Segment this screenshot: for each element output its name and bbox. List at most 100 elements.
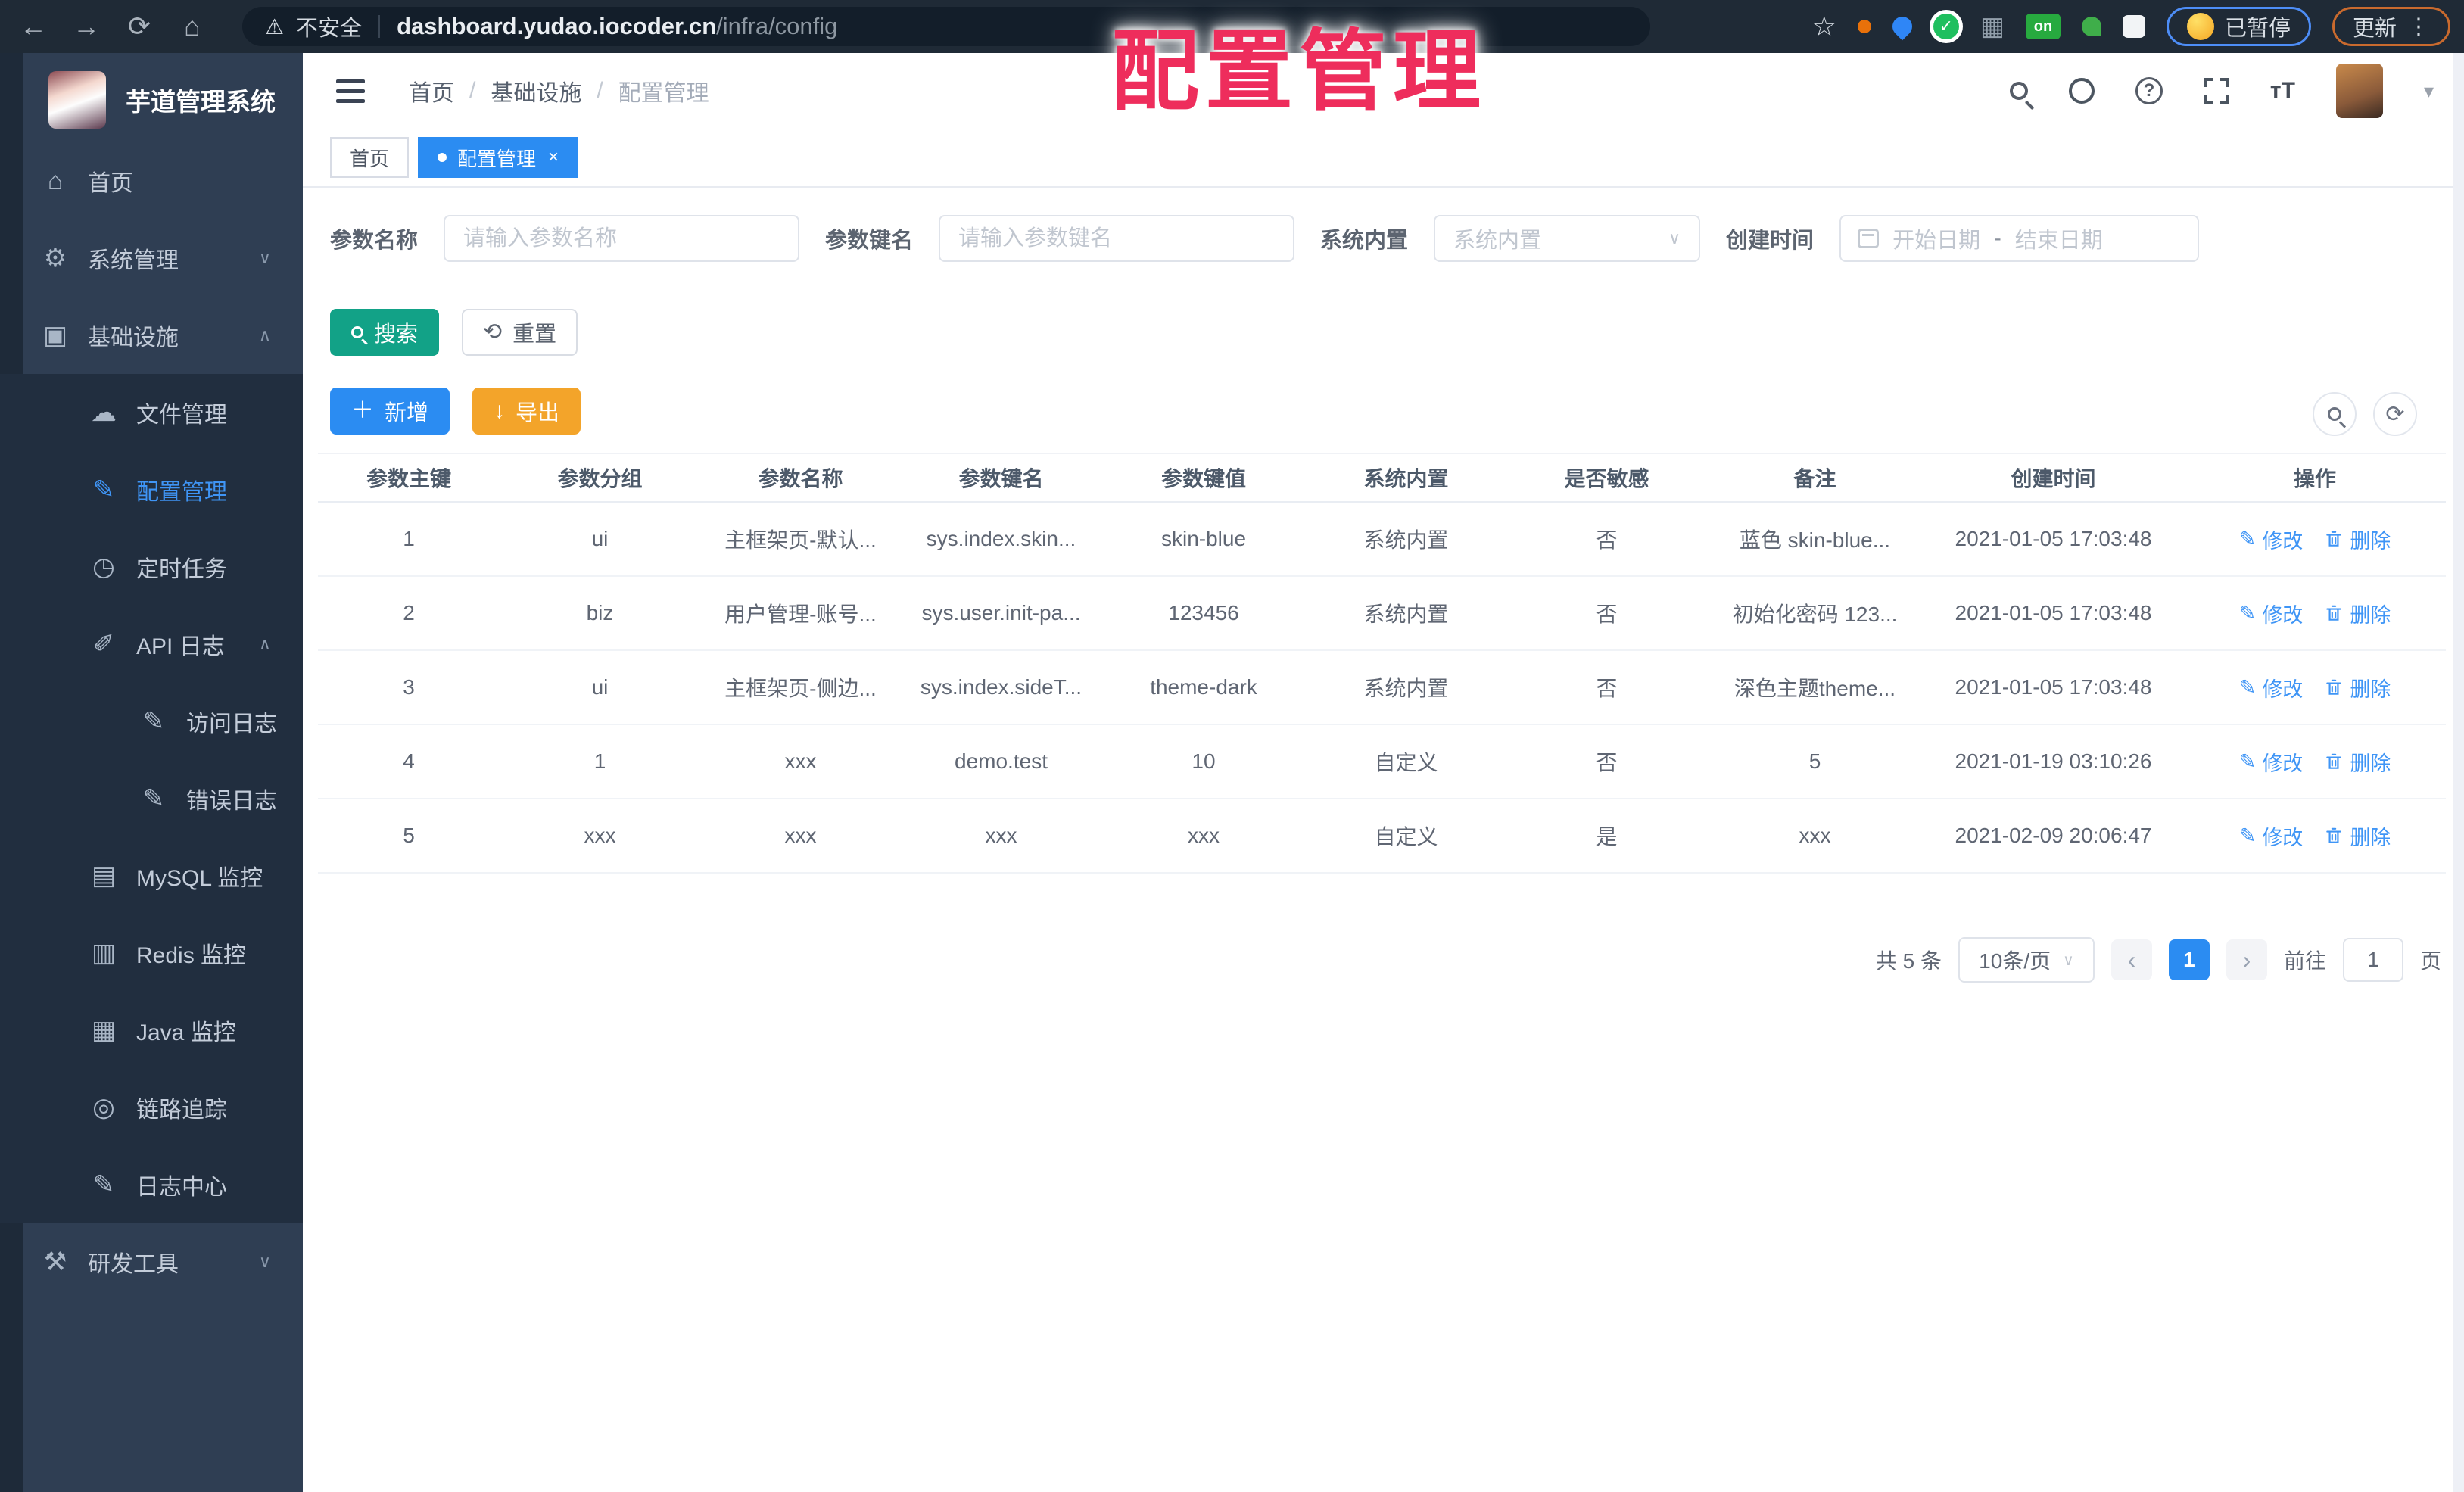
bookmark-star-icon[interactable]: ☆ [1812,11,1836,42]
extension-donut-icon[interactable] [1857,20,1871,33]
next-page-button[interactable]: › [2226,939,2267,980]
sidebar-item-label: 日志中心 [136,1175,227,1200]
font-size-icon[interactable]: ᴛT [2270,78,2295,104]
table-cell: 1 [403,527,415,550]
breadcrumb-item[interactable]: 基础设施 [491,74,581,107]
delete-label: 删除 [2350,529,2391,553]
sidebar-item-infrastructure[interactable]: ▣ 基础设施 ∧ [0,297,303,374]
breadcrumb-item[interactable]: 首页 [409,74,454,107]
sidebar-item-redis-monitor[interactable]: ▥ Redis 监控 [0,914,303,992]
fullscreen-icon[interactable] [2203,78,2229,104]
filter-name-label: 参数名称 [330,229,419,253]
avatar[interactable] [2335,64,2383,118]
table-cell: sys.index.skin... [926,527,1076,550]
filter-builtin-placeholder: 系统内置 [1453,229,1542,253]
security-warning-icon: ⚠ [265,14,285,39]
edit-link[interactable]: ✎ 修改 [2239,821,2304,851]
edit-link[interactable]: ✎ 修改 [2239,599,2304,628]
sidebar-item-log-center[interactable]: ✎ 日志中心 [0,1146,303,1223]
edit-link[interactable]: ✎ 修改 [2239,525,2304,554]
table-row: 3 ui 主框架页-侧边... sys.index.sideT... theme-dar… [318,651,2446,725]
logo-row: 芋道管理系统 [0,53,303,142]
sidebar-item-api-log[interactable]: ✐ API 日志 ∧ [0,606,303,683]
toggle-search-icon [2328,407,2341,421]
sidebar-item-system-manage[interactable]: ⚙ 系统管理 ∨ [0,220,303,297]
table-cell: 初始化密码 123... [1732,603,1898,626]
filter-builtin-select[interactable]: 系统内置 ∨ [1434,215,1701,262]
search-button[interactable]: 搜索 [330,309,440,356]
table-cell: 2021-01-05 17:03:48 [1955,601,2152,625]
browser-update-button[interactable]: 更新 ⋮ [2332,7,2450,46]
browser-reload-button[interactable]: ⟳ [120,11,159,42]
current-page-button[interactable]: 1 [2168,939,2210,980]
edit-link[interactable]: ✎ 修改 [2239,747,2304,777]
calendar-icon [1858,229,1880,248]
sidebar-item-error-log[interactable]: ✎ 错误日志 [0,760,303,837]
tab-item[interactable]: 首页 [330,137,410,178]
extension-on-badge[interactable]: on [2025,14,2061,39]
search-icon[interactable] [2009,82,2028,100]
prev-page-button[interactable]: ‹ [2110,939,2152,980]
trash-icon [2324,529,2344,549]
browser-back-button[interactable]: ← [14,11,53,42]
reset-icon: ⟲ [483,319,503,344]
sidebar-item-java-monitor[interactable]: ▦ Java 监控 [0,992,303,1069]
table-cell: skin-blue [1160,527,1247,550]
tab-active[interactable]: 配置管理 × [418,137,579,178]
help-icon[interactable]: ? [2135,77,2163,104]
paused-badge[interactable]: 已暂停 [2166,7,2311,46]
sidebar-item-scheduled-task[interactable]: ◷ 定时任务 [0,528,303,606]
table-cell: xxx [985,824,1017,847]
extension-pin-icon[interactable] [1888,12,1917,41]
filter-builtin-label: 系统内置 [1320,229,1409,253]
filter-daterange-picker[interactable]: 开始日期 - 结束日期 [1839,215,2200,262]
add-button-label: 新增 [385,401,429,425]
delete-link[interactable]: 删除 [2324,599,2391,628]
sidebar-item-mysql-monitor[interactable]: ▤ MySQL 监控 [0,837,303,914]
sidebar-item-home[interactable]: ⌂ 首页 [0,142,303,220]
browser-menu-kebab-icon[interactable]: ⋮ [2407,14,2430,40]
table-cell: 2021-01-05 17:03:48 [1955,675,2152,699]
filter-key-input[interactable] [939,215,1295,262]
filter-name-input[interactable] [444,215,800,262]
refresh-button[interactable]: ⟳ [2373,392,2417,436]
sidebar-item-file-manage[interactable]: ☁ 文件管理 [0,374,303,451]
table-row: 4 1 xxx demo.test 10 自定义 否 5 2021-01-19 03:10:26… [318,725,2446,799]
edit-label: 修改 [2262,677,2304,701]
tab-close-icon[interactable]: × [548,147,559,168]
add-button[interactable]: ＋ 新增 [330,388,450,435]
page-scrollbar[interactable] [2453,53,2464,1492]
plus-icon: ＋ [351,398,374,423]
extension-sprout-icon[interactable] [2081,17,2101,36]
table-cell: 1 [593,749,606,773]
reset-button[interactable]: ⟲ 重置 [462,309,578,356]
delete-link[interactable]: 删除 [2324,747,2391,777]
sidebar-item-trace[interactable]: ◎ 链路追踪 [0,1069,303,1146]
table-cell: 系统内置 [1363,603,1449,626]
github-icon[interactable] [2068,78,2095,104]
sidebar-toggle-icon[interactable] [336,79,365,103]
extension-grid-icon[interactable]: ▦ [1980,14,2005,39]
goto-page-input[interactable] [2342,938,2403,982]
edit-icon: ✎ [2238,824,2257,847]
column-header: 系统内置 [1363,467,1449,491]
extension-check-icon[interactable]: ✓ [1933,14,1959,39]
edit-link[interactable]: ✎ 修改 [2239,673,2304,702]
delete-link[interactable]: 删除 [2324,673,2391,702]
avatar-caret-icon[interactable]: ▾ [2424,79,2434,103]
export-button[interactable]: ↓ 导出 [472,388,581,435]
toggle-search-button[interactable] [2313,392,2357,436]
delete-link[interactable]: 删除 [2324,821,2391,851]
delete-link[interactable]: 删除 [2324,525,2391,554]
sidebar-item-config-manage[interactable]: ✎ 配置管理 [0,451,303,528]
trash-icon [2324,826,2344,846]
scheduled-task-icon: ◷ [92,553,115,581]
table-cell: xxx [1188,824,1220,847]
browser-forward-button[interactable]: → [67,11,106,42]
sidebar-item-access-log[interactable]: ✎ 访问日志 [0,683,303,760]
extensions-puzzle-icon[interactable] [2122,15,2145,38]
sidebar-item-devtools[interactable]: ⚒ 研发工具 ∨ [0,1223,303,1300]
app-logo [48,71,106,129]
browser-home-button[interactable]: ⌂ [173,11,212,42]
page-size-select[interactable]: 10条/页 ∨ [1958,937,2095,983]
